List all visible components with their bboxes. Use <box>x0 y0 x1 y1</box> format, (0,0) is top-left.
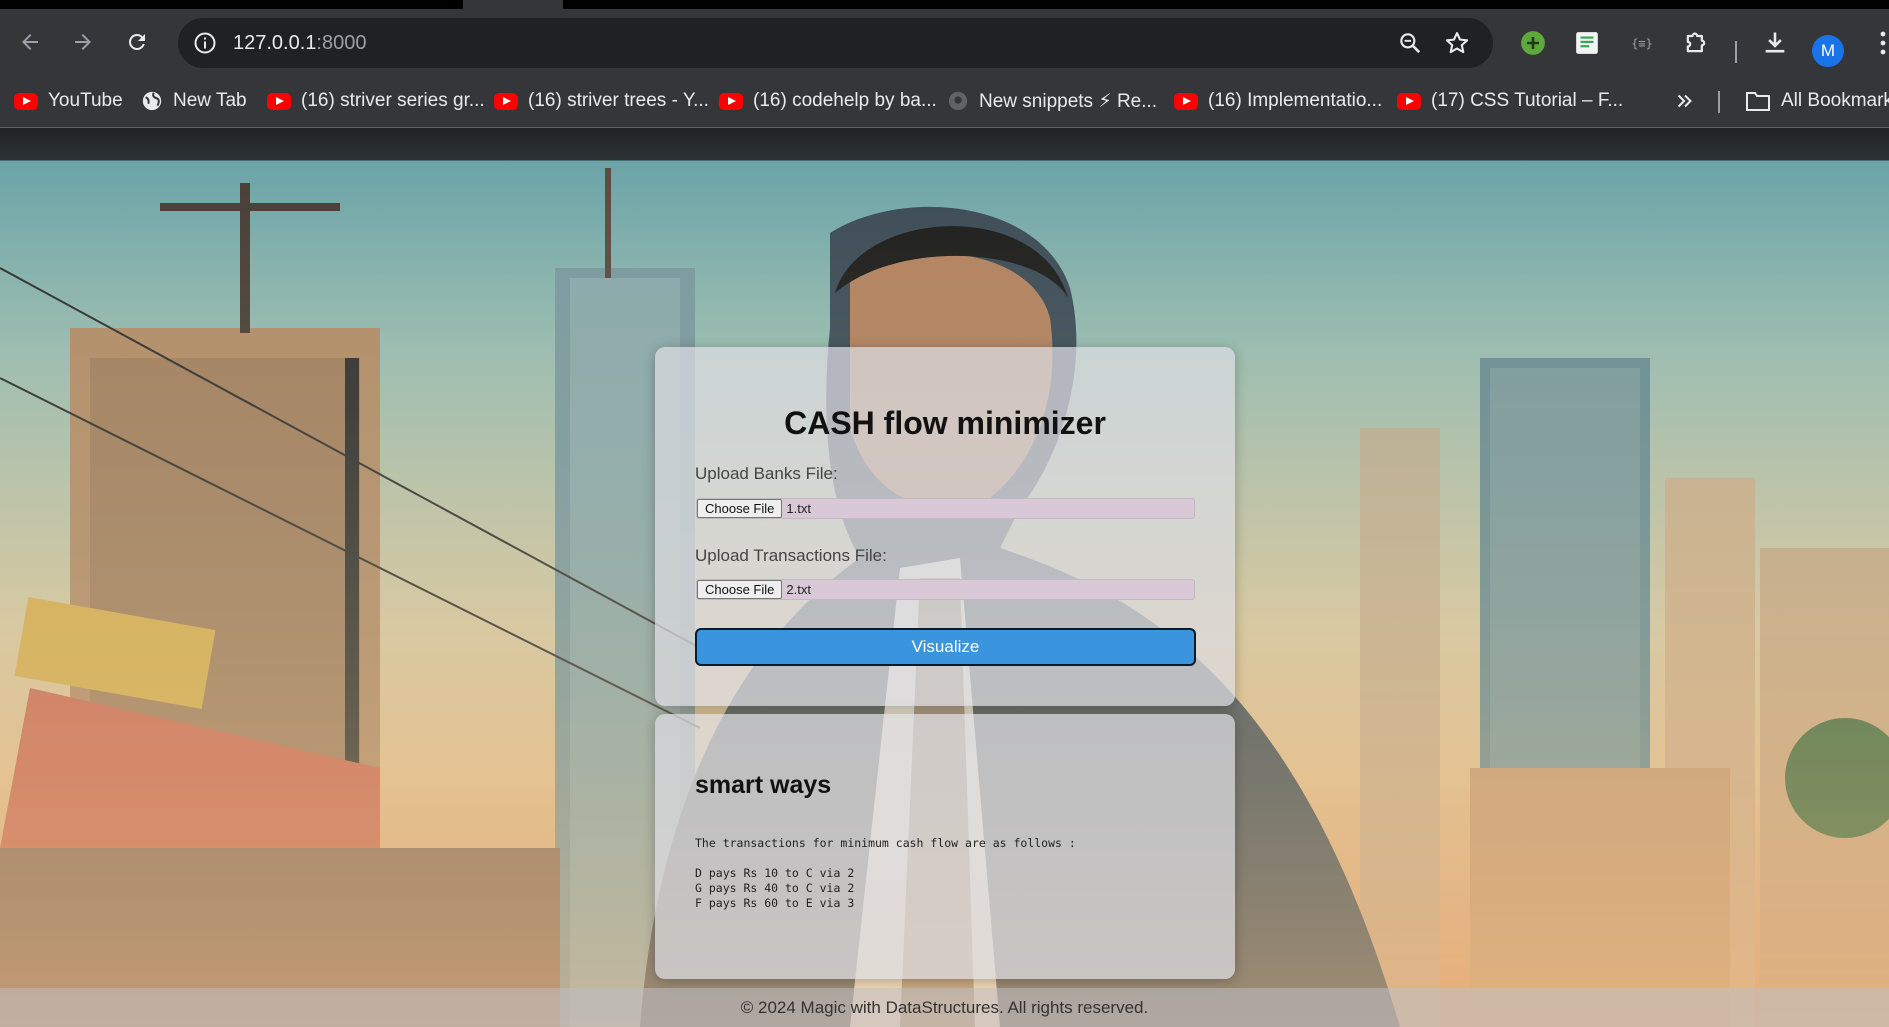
extension-braces-icon[interactable]: {≡} <box>1626 28 1656 58</box>
web-page: CASH flow minimizer Upload Banks File: C… <box>0 128 1889 1027</box>
tab-strip <box>0 0 1889 9</box>
zoom-icon[interactable] <box>1397 30 1423 61</box>
bookmark-css-tutorial[interactable]: (17) CSS Tutorial – F... <box>1397 86 1623 116</box>
all-bookmarks-button[interactable]: All Bookmarks <box>1745 86 1889 116</box>
result-card: smart ways The transactions for minimum … <box>655 714 1235 979</box>
transactions-file-label: Upload Transactions File: <box>695 546 887 565</box>
youtube-icon <box>1174 92 1198 110</box>
bookmark-label: (16) codehelp by ba... <box>753 90 937 111</box>
result-title: smart ways <box>695 771 832 799</box>
address-bar[interactable]: 127.0.0.1:8000 <box>178 18 1493 68</box>
toolbar-divider <box>1735 41 1737 63</box>
profile-avatar[interactable]: M <box>1812 35 1844 67</box>
active-tab[interactable] <box>463 0 563 9</box>
bookmark-label: YouTube <box>48 90 123 111</box>
banks-file-name: 1.txt <box>786 501 811 516</box>
result-intro: The transactions for minimum cash flow a… <box>695 836 1076 850</box>
more-bookmarks-button[interactable] <box>1674 86 1696 116</box>
reload-button[interactable] <box>119 24 155 60</box>
browser-toolbar: 127.0.0.1:8000 {≡} M <box>0 9 1889 75</box>
url-host: 127.0.0.1 <box>233 32 317 54</box>
youtube-icon <box>14 92 38 110</box>
footer: © 2024 Magic with DataStructures. All ri… <box>0 988 1889 1027</box>
back-button[interactable] <box>12 24 48 60</box>
bookmark-label: (17) CSS Tutorial – F... <box>1431 90 1624 111</box>
youtube-icon <box>1397 92 1421 110</box>
transactions-choose-file-button[interactable]: Choose File <box>697 580 783 599</box>
all-bookmarks-label: All Bookmarks <box>1781 90 1889 111</box>
bookmark-label: (16) striver series gr... <box>301 90 485 111</box>
bookmark-label: New snippets ⚡ Re... <box>979 90 1158 112</box>
page-title: CASH flow minimizer <box>784 405 1106 441</box>
url-port: :8000 <box>316 32 367 54</box>
bookmark-youtube[interactable]: YouTube <box>14 86 123 116</box>
youtube-icon <box>719 92 743 110</box>
reload-icon <box>128 33 145 50</box>
result-line: D pays Rs 10 to C via 2 <box>695 866 855 880</box>
github-icon <box>948 91 968 111</box>
bookmark-new-tab[interactable]: New Tab <box>141 86 247 116</box>
banks-file-label: Upload Banks File: <box>695 464 838 483</box>
transactions-file-input[interactable]: Choose File 2.txt <box>696 579 1195 600</box>
forward-button[interactable] <box>65 24 101 60</box>
bookmark-codehelp[interactable]: (16) codehelp by ba... <box>719 86 937 116</box>
arrow-left-icon <box>22 34 38 50</box>
visualize-button[interactable]: Visualize <box>695 628 1196 666</box>
result-line: F pays Rs 60 to E via 3 <box>695 896 855 910</box>
transactions-file-name: 2.txt <box>786 582 811 597</box>
kebab-menu-icon[interactable] <box>1868 28 1889 58</box>
bookmark-label: (16) striver trees - Y... <box>528 90 709 111</box>
extensions-puzzle-icon[interactable] <box>1681 28 1711 58</box>
svg-text:{≡}: {≡} <box>1631 36 1653 50</box>
banks-choose-file-button[interactable]: Choose File <box>697 499 783 518</box>
bookmarks-bar: YouTube New Tab (16) striver series gr..… <box>0 75 1889 128</box>
extension-green-plus-icon[interactable] <box>1518 28 1548 58</box>
bookmark-star-icon[interactable] <box>1443 29 1471 62</box>
folder-icon <box>1746 92 1770 111</box>
result-line: G pays Rs 40 to C via 2 <box>695 881 855 895</box>
globe-icon <box>142 91 162 111</box>
extension-sheet-icon[interactable] <box>1572 28 1602 58</box>
bookmark-label: New Tab <box>173 90 247 111</box>
url-text[interactable]: 127.0.0.1:8000 <box>233 32 366 55</box>
bookmark-striver-trees[interactable]: (16) striver trees - Y... <box>494 86 709 116</box>
bookmarks-divider <box>1718 91 1720 113</box>
site-info-icon[interactable] <box>192 30 218 56</box>
youtube-icon <box>267 92 291 110</box>
upload-card: CASH flow minimizer Upload Banks File: C… <box>655 347 1235 706</box>
chevron-double-right-icon <box>1677 94 1692 108</box>
arrow-right-icon <box>75 34 91 50</box>
footer-copyright: © 2024 Magic with DataStructures. All ri… <box>740 997 1149 1017</box>
youtube-icon <box>494 92 518 110</box>
banks-file-input[interactable]: Choose File 1.txt <box>696 498 1195 519</box>
download-icon[interactable] <box>1760 28 1790 58</box>
bookmark-implementation[interactable]: (16) Implementatio... <box>1174 86 1382 116</box>
bookmark-new-snippets[interactable]: New snippets ⚡ Re... <box>947 86 1157 116</box>
bookmark-striver-series[interactable]: (16) striver series gr... <box>267 86 485 116</box>
bookmark-label: (16) Implementatio... <box>1208 90 1383 111</box>
result-output: The transactions for minimum cash flow a… <box>695 836 1076 911</box>
